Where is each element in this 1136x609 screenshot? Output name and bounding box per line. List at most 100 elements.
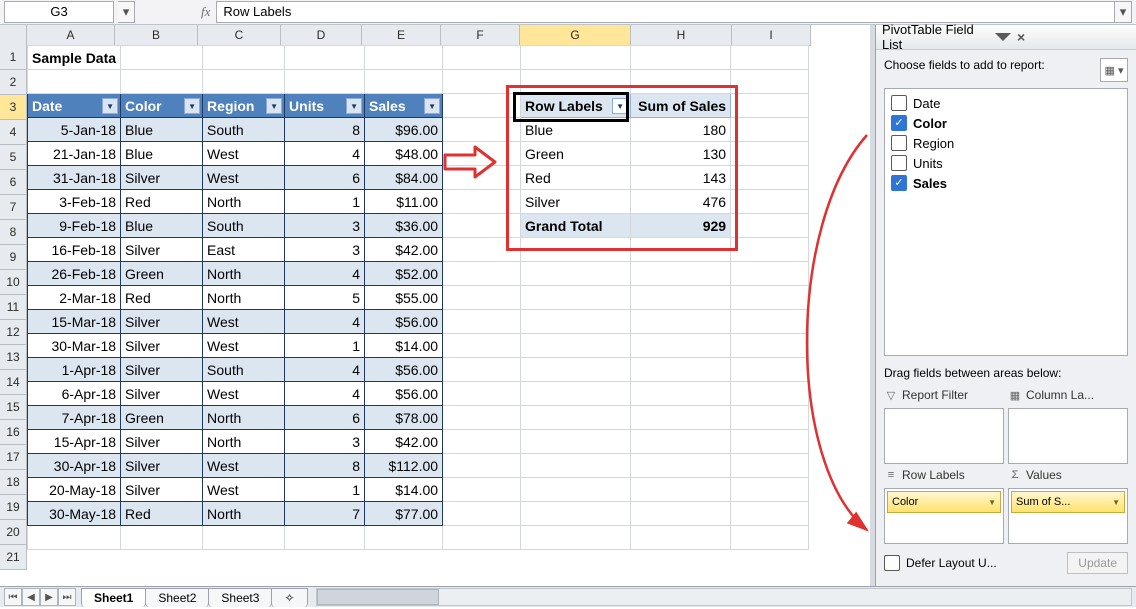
col-header-A[interactable]: A bbox=[27, 25, 115, 46]
cell-H2[interactable] bbox=[631, 70, 731, 94]
close-icon[interactable]: × bbox=[1017, 29, 1130, 45]
cell-A2[interactable] bbox=[28, 70, 121, 94]
cell-D20[interactable]: 7 bbox=[285, 502, 365, 526]
cell-D13[interactable]: 1 bbox=[285, 334, 365, 358]
cell-I16[interactable] bbox=[731, 406, 809, 430]
cell-A13[interactable]: 30-Mar-18 bbox=[28, 334, 121, 358]
row-header-11[interactable]: 11 bbox=[0, 295, 27, 320]
sheet-tab-sheet2[interactable]: Sheet2 bbox=[145, 588, 209, 607]
cell-A15[interactable]: 6-Apr-18 bbox=[28, 382, 121, 406]
cell-D5[interactable]: 4 bbox=[285, 142, 365, 166]
cell-D8[interactable]: 3 bbox=[285, 214, 365, 238]
cell-F13[interactable] bbox=[443, 334, 521, 358]
cell-E4[interactable]: $96.00 bbox=[365, 118, 443, 142]
cell-C9[interactable]: East bbox=[203, 238, 285, 262]
field-sales[interactable]: Sales bbox=[889, 173, 1123, 193]
sheet-tab-sheet3[interactable]: Sheet3 bbox=[208, 588, 272, 607]
cell-H17[interactable] bbox=[631, 430, 731, 454]
row-header-6[interactable]: 6 bbox=[0, 170, 27, 195]
cell-C12[interactable]: West bbox=[203, 310, 285, 334]
cell-F1[interactable] bbox=[443, 46, 521, 70]
cell-I11[interactable] bbox=[731, 286, 809, 310]
value-field-chip[interactable]: Sum of S...▼ bbox=[1011, 491, 1125, 513]
cell-D7[interactable]: 1 bbox=[285, 190, 365, 214]
cell-I13[interactable] bbox=[731, 334, 809, 358]
field-checkbox[interactable] bbox=[891, 155, 907, 171]
cell-I18[interactable] bbox=[731, 454, 809, 478]
cell-D3[interactable]: Units▼ bbox=[285, 94, 365, 118]
cell-F2[interactable] bbox=[443, 70, 521, 94]
cell-I20[interactable] bbox=[731, 502, 809, 526]
values-area[interactable]: Sum of S...▼ bbox=[1008, 488, 1128, 544]
cell-H4[interactable]: 180 bbox=[631, 118, 731, 142]
tab-nav-first[interactable]: ⏮ bbox=[4, 588, 22, 606]
cell-C19[interactable]: West bbox=[203, 478, 285, 502]
cell-G21[interactable] bbox=[521, 526, 631, 550]
cell-G17[interactable] bbox=[521, 430, 631, 454]
cell-E6[interactable]: $84.00 bbox=[365, 166, 443, 190]
filter-icon[interactable]: ▼ bbox=[346, 98, 362, 114]
panel-menu-icon[interactable] bbox=[995, 33, 1011, 41]
cell-C13[interactable]: West bbox=[203, 334, 285, 358]
cell-E20[interactable]: $77.00 bbox=[365, 502, 443, 526]
cell-G7[interactable]: Silver bbox=[521, 190, 631, 214]
cell-B8[interactable]: Blue bbox=[121, 214, 203, 238]
cell-I14[interactable] bbox=[731, 358, 809, 382]
cell-C17[interactable]: North bbox=[203, 430, 285, 454]
cell-H3[interactable]: Sum of Sales bbox=[631, 94, 731, 118]
cell-F18[interactable] bbox=[443, 454, 521, 478]
cell-A14[interactable]: 1-Apr-18 bbox=[28, 358, 121, 382]
name-box-dropdown[interactable]: ▾ bbox=[118, 1, 135, 23]
cell-H16[interactable] bbox=[631, 406, 731, 430]
field-region[interactable]: Region bbox=[889, 133, 1123, 153]
cell-H5[interactable]: 130 bbox=[631, 142, 731, 166]
cell-C4[interactable]: South bbox=[203, 118, 285, 142]
row-header-19[interactable]: 19 bbox=[0, 495, 27, 520]
cell-I17[interactable] bbox=[731, 430, 809, 454]
cell-H6[interactable]: 143 bbox=[631, 166, 731, 190]
col-header-I[interactable]: I bbox=[732, 25, 811, 46]
cell-G3[interactable]: Row Labels▼ bbox=[521, 94, 631, 118]
cell-G15[interactable] bbox=[521, 382, 631, 406]
cell-F12[interactable] bbox=[443, 310, 521, 334]
cell-A9[interactable]: 16-Feb-18 bbox=[28, 238, 121, 262]
field-checkbox[interactable] bbox=[891, 135, 907, 151]
col-header-D[interactable]: D bbox=[281, 25, 362, 46]
cell-F10[interactable] bbox=[443, 262, 521, 286]
cell-D4[interactable]: 8 bbox=[285, 118, 365, 142]
insert-sheet-tab[interactable]: ✧ bbox=[271, 588, 307, 607]
cell-E9[interactable]: $42.00 bbox=[365, 238, 443, 262]
cell-A12[interactable]: 15-Mar-18 bbox=[28, 310, 121, 334]
cell-B3[interactable]: Color▼ bbox=[121, 94, 203, 118]
col-header-B[interactable]: B bbox=[115, 25, 198, 46]
filter-icon[interactable]: ▼ bbox=[102, 98, 118, 114]
cell-B5[interactable]: Blue bbox=[121, 142, 203, 166]
cell-G13[interactable] bbox=[521, 334, 631, 358]
cell-F17[interactable] bbox=[443, 430, 521, 454]
cell-A3[interactable]: Date▼ bbox=[28, 94, 121, 118]
cell-D19[interactable]: 1 bbox=[285, 478, 365, 502]
cell-E13[interactable]: $14.00 bbox=[365, 334, 443, 358]
field-checkbox[interactable] bbox=[891, 175, 907, 191]
cell-C14[interactable]: South bbox=[203, 358, 285, 382]
cell-C8[interactable]: South bbox=[203, 214, 285, 238]
cell-F19[interactable] bbox=[443, 478, 521, 502]
cell-B21[interactable] bbox=[121, 526, 203, 550]
cell-G11[interactable] bbox=[521, 286, 631, 310]
cell-C16[interactable]: North bbox=[203, 406, 285, 430]
cell-E15[interactable]: $56.00 bbox=[365, 382, 443, 406]
cell-I4[interactable] bbox=[731, 118, 809, 142]
cell-B1[interactable] bbox=[121, 46, 203, 70]
cell-I1[interactable] bbox=[731, 46, 809, 70]
defer-layout-checkbox[interactable] bbox=[884, 555, 900, 571]
cell-D12[interactable]: 4 bbox=[285, 310, 365, 334]
field-color[interactable]: Color bbox=[889, 113, 1123, 133]
fx-icon[interactable]: fx bbox=[201, 4, 210, 20]
column-labels-area[interactable] bbox=[1008, 408, 1128, 464]
cell-D15[interactable]: 4 bbox=[285, 382, 365, 406]
col-header-E[interactable]: E bbox=[362, 25, 441, 46]
cell-H21[interactable] bbox=[631, 526, 731, 550]
cell-C5[interactable]: West bbox=[203, 142, 285, 166]
cell-H20[interactable] bbox=[631, 502, 731, 526]
cell-A8[interactable]: 9-Feb-18 bbox=[28, 214, 121, 238]
